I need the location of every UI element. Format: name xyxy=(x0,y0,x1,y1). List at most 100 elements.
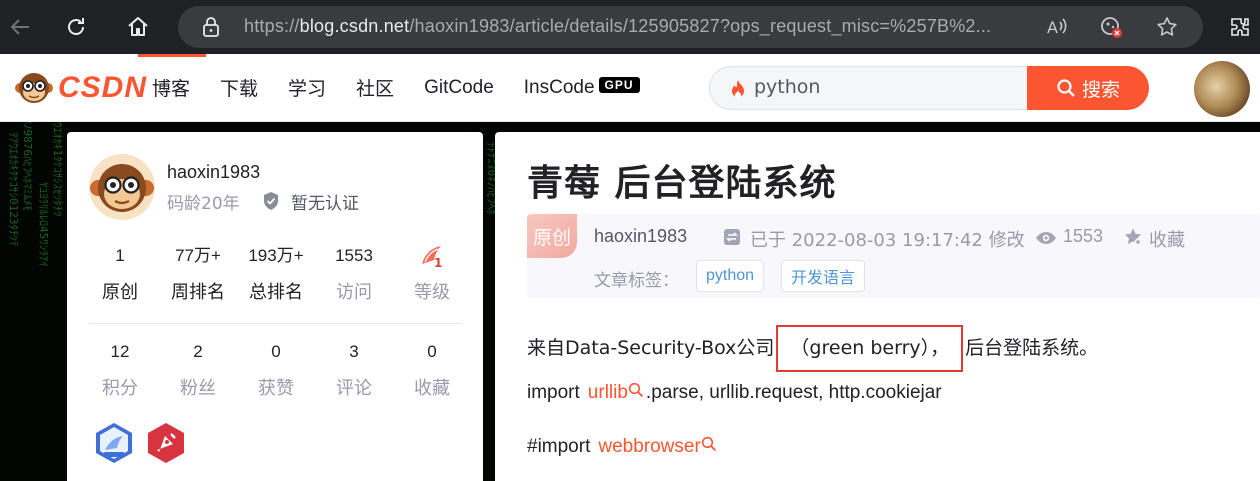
article-paragraph-1: 来自Data-Security-Box公司 （green berry）， 后台登陆系… xyxy=(527,325,1098,372)
stat-label: 评论 xyxy=(336,378,372,399)
stat-label: 积分 xyxy=(102,378,138,399)
stat-value: 77万+ xyxy=(175,246,221,265)
edit-time-icon xyxy=(723,228,741,250)
hot-fire-icon xyxy=(730,79,746,103)
code-text: import xyxy=(527,382,580,403)
stat-label: 总排名 xyxy=(249,282,303,303)
stat-value: 193万+ xyxy=(248,246,304,265)
stats-row-2: 12 积分 2 粉丝 0 获赞 3 评论 0 收藏 xyxy=(81,340,471,400)
search-icon[interactable] xyxy=(701,436,717,458)
tag-dev-language[interactable]: 开发语言 xyxy=(781,260,866,292)
favorite-button[interactable]: 收藏 xyxy=(1149,226,1185,252)
search-button-label: 搜索 xyxy=(1081,78,1120,101)
stat-likes[interactable]: 0 获赞 xyxy=(237,340,315,400)
csdn-logo[interactable]: CSDN xyxy=(14,68,147,108)
paragraph-text: 后台登陆系统。 xyxy=(965,337,1099,359)
article-meta: 原创 haoxin1983 已于 2022-08-03 19:17:42 修改 … xyxy=(527,214,1260,298)
keyword-link-webbrowser[interactable]: webbrowser xyxy=(598,436,700,457)
tracking-prevention-icon[interactable] xyxy=(1098,14,1124,40)
browser-toolbar: https://blog.csdn.net/haoxin1983/article… xyxy=(0,0,1260,54)
article-paragraph-3: #import webbrowser xyxy=(527,436,719,458)
search-button[interactable]: 搜索 xyxy=(1027,66,1149,110)
home-icon[interactable] xyxy=(120,9,156,45)
stat-value: 3 xyxy=(349,342,359,361)
stat-value: 12 xyxy=(110,342,130,361)
monkey-logo-icon xyxy=(15,73,53,103)
stat-total-rank[interactable]: 193万+ 总排名 xyxy=(237,244,315,304)
read-aloud-icon[interactable]: A xyxy=(1044,14,1070,40)
highlight-box: （green berry）， xyxy=(776,325,964,372)
back-icon[interactable] xyxy=(2,9,38,45)
active-nav-indicator xyxy=(138,54,206,57)
shield-icon xyxy=(262,191,280,215)
address-bar[interactable]: https://blog.csdn.net/haoxin1983/article… xyxy=(178,6,1203,48)
main-nav: 博客 下载 学习 社区 GitCode InsCode GPU xyxy=(152,74,670,101)
tags-label: 文章标签： xyxy=(594,271,679,291)
eye-icon xyxy=(1035,230,1057,249)
gpu-badge: GPU xyxy=(598,77,640,94)
search-box[interactable] xyxy=(709,66,1027,110)
nav-learn[interactable]: 学习 xyxy=(288,74,326,101)
svg-text:1: 1 xyxy=(434,256,442,268)
creator-badge-icon[interactable] xyxy=(145,422,187,464)
favorite-star-icon[interactable] xyxy=(1154,14,1180,40)
logo-text: CSDN xyxy=(58,71,148,104)
nav-inscode-label: InsCode xyxy=(523,76,595,98)
favorite-icon[interactable] xyxy=(1123,227,1143,251)
search-icon[interactable] xyxy=(628,382,644,404)
stat-original[interactable]: 1 原创 xyxy=(81,244,159,304)
certification-status[interactable]: 暂无认证 xyxy=(291,189,359,214)
level-1-icon: 1 xyxy=(393,244,471,270)
stat-value: 2 xyxy=(193,342,203,361)
user-avatar[interactable] xyxy=(1194,61,1250,117)
stat-level[interactable]: 1 等级 xyxy=(393,244,471,304)
search-icon xyxy=(1057,79,1075,97)
article-title: 青莓 后台登陆系统 xyxy=(527,163,837,204)
refresh-icon[interactable] xyxy=(58,9,94,45)
stat-fans[interactable]: 2 粉丝 xyxy=(159,340,237,400)
url-text[interactable]: https://blog.csdn.net/haoxin1983/article… xyxy=(244,16,1034,37)
article-date: 已于 2022-08-03 19:17:42 修改 xyxy=(750,230,1025,251)
original-tag: 原创 xyxy=(527,214,577,258)
article-panel: 青莓 后台登陆系统 原创 haoxin1983 已于 2022-08-03 19… xyxy=(495,132,1260,481)
nav-download[interactable]: 下载 xyxy=(220,74,258,101)
tag-python[interactable]: python xyxy=(696,260,765,292)
extensions-icon[interactable] xyxy=(1222,9,1258,45)
stat-visits[interactable]: 1553 访问 xyxy=(315,244,393,304)
article-author[interactable]: haoxin1983 xyxy=(594,226,687,247)
author-name[interactable]: haoxin1983 xyxy=(167,162,260,183)
stat-label: 收藏 xyxy=(414,378,450,399)
author-profile-card: haoxin1983 码龄20年 暂无认证 1 原创 77万+ 周排名 193万+ 总… xyxy=(67,132,483,481)
stat-points[interactable]: 12 积分 xyxy=(81,340,159,400)
keyword-link-urllib[interactable]: urllib xyxy=(588,382,628,403)
svg-text:A: A xyxy=(1047,18,1058,37)
author-avatar[interactable] xyxy=(89,154,155,220)
stats-divider xyxy=(89,323,461,324)
stat-favorites[interactable]: 0 收藏 xyxy=(393,340,471,400)
csdn-toolbar: CSDN 博客 下载 学习 社区 GitCode InsCodeGPU 搜索 xyxy=(0,54,1260,122)
stat-comments[interactable]: 3 评论 xyxy=(315,340,393,400)
paragraph-text: 来自Data-Security-Box公司 xyxy=(527,337,775,359)
lock-icon[interactable] xyxy=(202,17,220,41)
nav-inscode[interactable]: InsCode GPU xyxy=(524,77,640,99)
stat-label: 原创 xyxy=(102,282,138,303)
stat-label: 等级 xyxy=(414,282,450,303)
nav-blog[interactable]: 博客 xyxy=(152,74,190,101)
stat-label: 访问 xyxy=(336,282,372,303)
stat-value: 1 xyxy=(115,246,125,265)
code-text: #import xyxy=(527,436,591,457)
view-count: 1553 xyxy=(1063,226,1104,246)
code-age: 码龄20年 xyxy=(167,194,240,214)
search-input[interactable] xyxy=(754,76,1004,98)
stat-value: 0 xyxy=(271,342,281,361)
stat-label: 周排名 xyxy=(171,282,225,303)
stat-value: 0 xyxy=(427,342,437,361)
nav-gitcode[interactable]: GitCode xyxy=(424,77,494,99)
stat-value: 1553 xyxy=(335,246,373,265)
achievement-badge-icon[interactable] xyxy=(93,422,135,464)
stat-label: 获赞 xyxy=(258,378,294,399)
nav-community[interactable]: 社区 xyxy=(356,74,394,101)
stats-row-1: 1 原创 77万+ 周排名 193万+ 总排名 1553 访问 1 等级 xyxy=(81,244,471,304)
stat-week-rank[interactable]: 77万+ 周排名 xyxy=(159,244,237,304)
stat-label: 粉丝 xyxy=(180,378,216,399)
